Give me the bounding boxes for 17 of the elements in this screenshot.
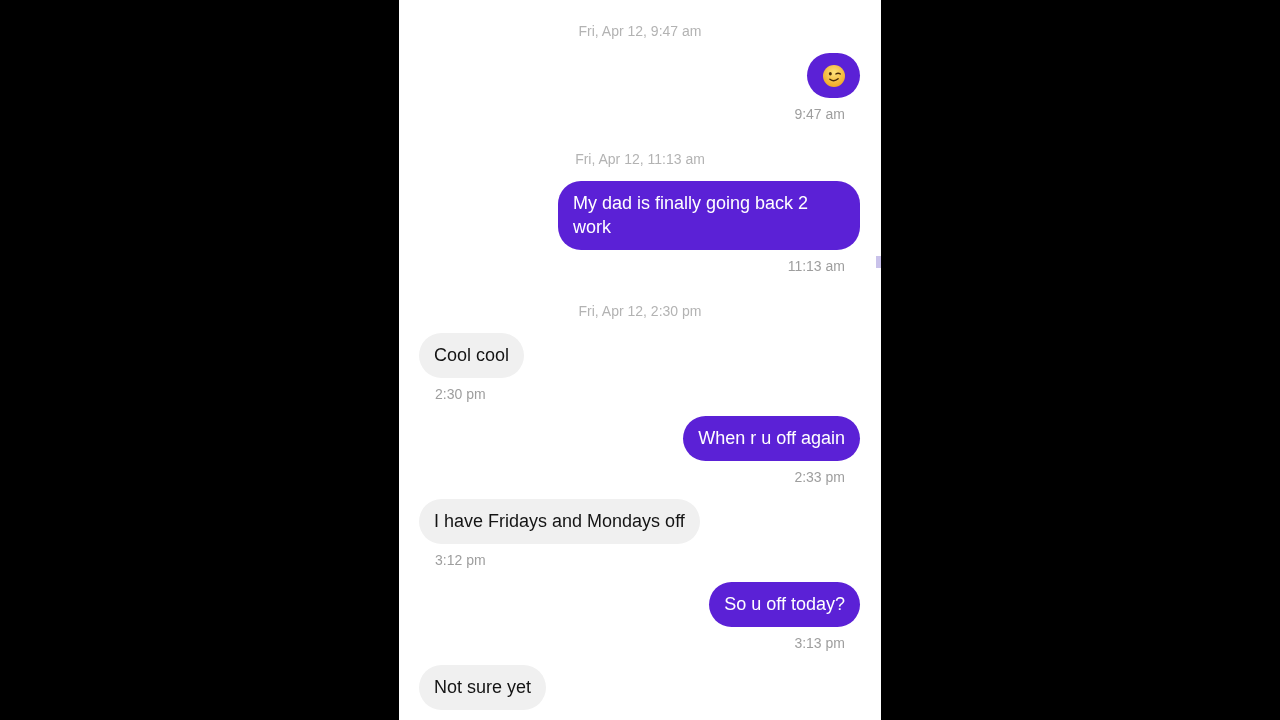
winking-face-icon	[822, 64, 845, 87]
message-bubble: When r u off again	[683, 416, 860, 461]
date-header: Fri, Apr 12, 9:47 am	[578, 22, 702, 41]
message-time: 3:13 pm	[794, 634, 846, 653]
message-time: 2:33 pm	[794, 468, 846, 487]
date-header: Fri, Apr 12, 2:30 pm	[578, 302, 702, 321]
message-time: 3:12 pm	[434, 551, 486, 570]
message-bubble: So u off today?	[709, 582, 860, 627]
message-time: 2:30 pm	[434, 385, 486, 404]
message-time: 11:13 am	[787, 257, 846, 276]
message-time: 9:47 am	[794, 105, 846, 124]
message-bubble: Not sure yet	[419, 665, 547, 710]
message-bubble: I have Fridays and Mondays off	[419, 499, 700, 544]
message-bubble: My dad is finally going back 2 work	[558, 181, 860, 250]
date-header: Fri, Apr 12, 11:13 am	[575, 150, 705, 169]
scrollbar-thumb[interactable]	[876, 256, 881, 268]
message-bubble: Cool cool	[419, 333, 525, 378]
